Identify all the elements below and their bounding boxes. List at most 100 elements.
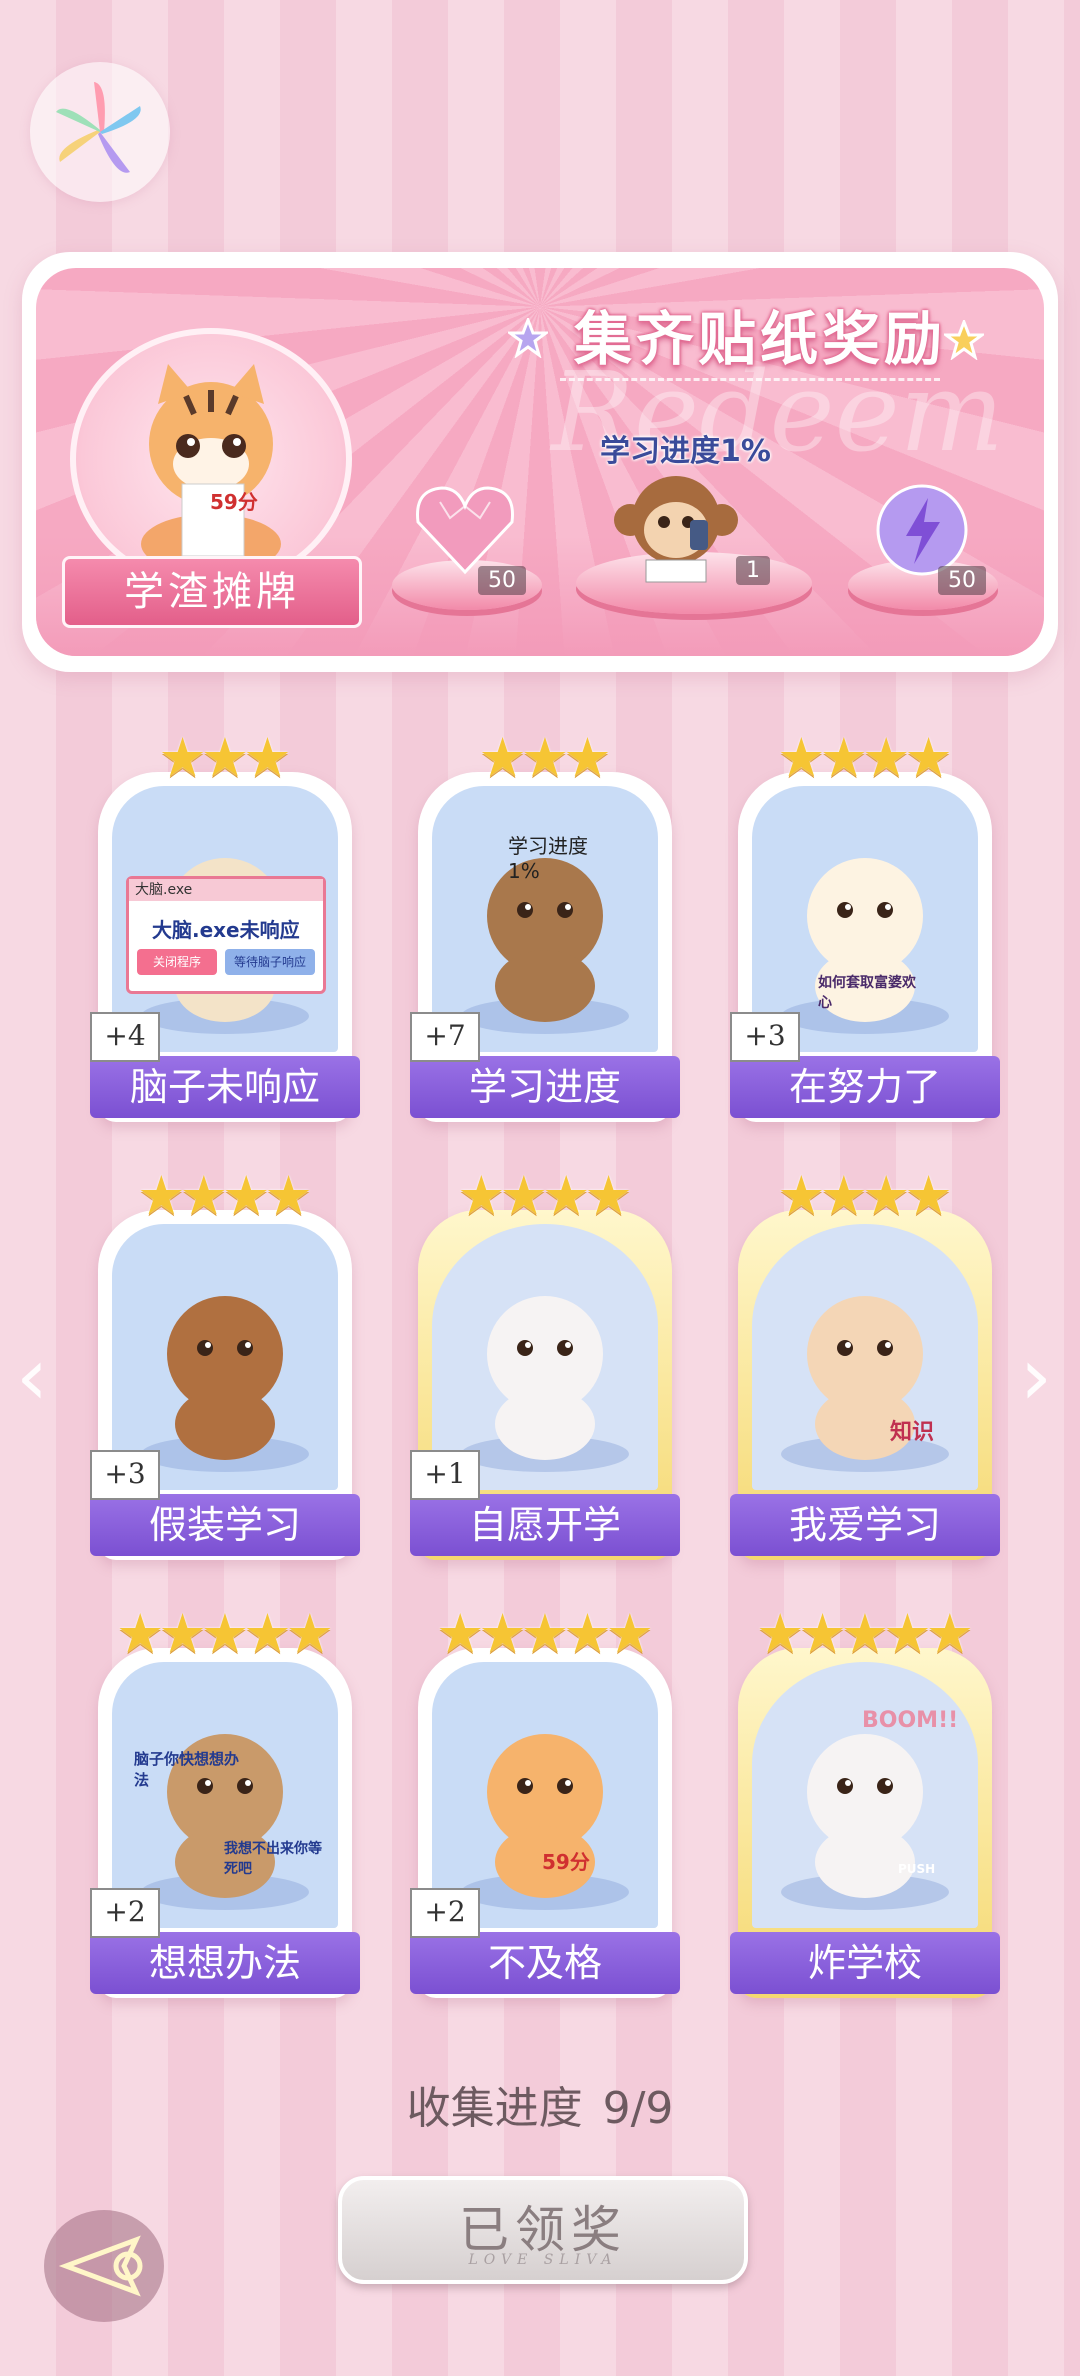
sticker-art-text: 如何套取富婆欢心: [818, 975, 916, 1011]
sticker-card-label: 在努力了: [730, 1056, 1000, 1118]
star-icon: ★: [520, 726, 570, 789]
sticker-art-text: PUSH: [898, 1862, 936, 1876]
sticker-card-label: 学习进度: [410, 1056, 680, 1118]
sticker-card-label: 脑子未响应: [90, 1056, 360, 1118]
pink-heart-gem-icon: [416, 486, 514, 575]
sticker-art-text: 知识: [890, 1420, 935, 1445]
sticker-card[interactable]: ★★★★ 自愿开学 +1: [410, 1166, 680, 1560]
star-icon: ★: [200, 1602, 250, 1665]
collection-progress: 收集进度 9/9: [0, 2072, 1080, 2136]
sticker-card-label: 炸学校: [730, 1932, 1000, 1994]
app-logo[interactable]: [30, 62, 170, 202]
star-icon: ★: [777, 726, 826, 789]
reward-count: 50: [938, 566, 986, 595]
sticker-card[interactable]: ★★★ 学习进度1% 学习进度 +7: [410, 728, 680, 1122]
star-icon: ★: [819, 1164, 868, 1227]
sticker-card[interactable]: ★★★ 大脑.exe未响应 大脑.exe 关闭程序 等待脑子响应 脑子未响应 +4: [90, 728, 360, 1122]
star-icon: ★: [115, 1602, 165, 1665]
star-icon: ★: [584, 1164, 633, 1227]
sticker-card[interactable]: ★★★★★ BOOM!! PUSH 炸学校: [730, 1604, 1000, 1998]
star-icon: ★: [478, 726, 527, 789]
featured-sticker-frame[interactable]: [70, 328, 352, 590]
sticker-art-text: 学习进度1%: [508, 834, 588, 883]
star-icon: ★: [158, 1602, 207, 1665]
duplicate-count-badge: +2: [410, 1888, 480, 1938]
star-icon: ★: [904, 726, 953, 789]
sticker-card[interactable]: ★★★★ 如何套取富婆欢心 在努力了 +3: [730, 728, 1000, 1122]
sticker-card-label: 不及格: [410, 1932, 680, 1994]
star-icon: ★: [777, 1164, 826, 1227]
star-icon: ★: [285, 1602, 335, 1665]
duplicate-count-badge: +3: [90, 1450, 160, 1500]
purple-lightning-orb-icon: [876, 484, 968, 576]
star-icon: ★: [179, 1164, 228, 1227]
sticker-card-label: 假装学习: [90, 1494, 360, 1556]
claimed-reward-button[interactable]: 已领奖 LOVE SLIVA: [338, 2176, 748, 2284]
sticker-art-text: BOOM!!: [862, 1708, 959, 1733]
star-icon: ★: [158, 726, 207, 789]
reward-title: 集齐贴纸奖励: [573, 305, 946, 373]
back-arrow-icon: [58, 2235, 143, 2297]
sticker-art-text: 59分: [542, 1850, 590, 1874]
reward-count: 1: [736, 556, 770, 585]
star-rating: ★★★: [418, 728, 672, 788]
collection-progress-label: 收集进度: [406, 2083, 583, 2134]
star-icon: ★: [925, 1602, 975, 1665]
sticker-card[interactable]: ★★★★ 知识我爱学习: [730, 1166, 1000, 1560]
sticker-art-text: 我想不出来你等死吧: [224, 1841, 322, 1877]
duplicate-count-badge: +1: [410, 1450, 480, 1500]
pinwheel-logo-icon: [56, 82, 141, 173]
star-icon: ★: [520, 1602, 570, 1665]
featured-sticker-ribbon: 学渣摊牌: [62, 556, 362, 628]
sticker-card-label: 我爱学习: [730, 1494, 1000, 1556]
star-icon: ★: [605, 1602, 655, 1665]
prev-page-arrow-icon[interactable]: ‹: [16, 1330, 48, 1423]
star-icon: ★: [862, 726, 911, 789]
bunny-detonator-icon: BOOM!! PUSH: [752, 1662, 978, 1928]
star-rating: ★★★★★: [738, 1604, 992, 1664]
star-icon: ★: [457, 1164, 506, 1227]
tiger-test-icon: [141, 364, 281, 574]
reward-count: 50: [478, 566, 526, 595]
star-decoration-icon: [944, 320, 984, 360]
star-icon: ★: [478, 1602, 527, 1665]
sticker-card[interactable]: ★★★★★ 脑子你快想想办法 我想不出来你等死吧 想想办法 +2: [90, 1604, 360, 1998]
star-icon: ★: [798, 1602, 847, 1665]
star-rating: ★★★★: [738, 1166, 992, 1226]
sticker-card-label: 自愿开学: [410, 1494, 680, 1556]
star-rating: ★★★★: [98, 1166, 352, 1226]
close-program-button: 关闭程序: [137, 949, 217, 975]
star-icon: ★: [883, 1602, 932, 1665]
star-icon: ★: [499, 1164, 548, 1227]
monkey-phone-sticker-icon: [614, 476, 738, 583]
star-icon: ★: [243, 1602, 292, 1665]
star-decoration-icon: [508, 318, 548, 358]
star-icon: ★: [137, 1164, 186, 1227]
sticker-card[interactable]: ★★★★★ 59分 不及格 +2: [410, 1604, 680, 1998]
star-icon: ★: [563, 1602, 612, 1665]
sticker-art-text: 大脑.exe未响应: [152, 918, 300, 942]
star-icon: ★: [435, 1602, 485, 1665]
wait-response-button: 等待脑子响应: [225, 949, 315, 975]
star-icon: ★: [542, 1164, 591, 1227]
back-button[interactable]: [44, 2210, 164, 2322]
next-page-arrow-icon[interactable]: ›: [1020, 1330, 1052, 1423]
star-rating: ★★★★★: [418, 1604, 672, 1664]
star-icon: ★: [243, 726, 292, 789]
star-icon: ★: [563, 726, 612, 789]
star-icon: ★: [904, 1164, 953, 1227]
star-icon: ★: [819, 726, 868, 789]
star-rating: ★★★★: [418, 1166, 672, 1226]
sticker-card[interactable]: ★★★★ 假装学习 +3: [90, 1166, 360, 1560]
star-rating: ★★★: [98, 728, 352, 788]
sticker-art-text: 脑子你快想想办法: [134, 1750, 240, 1789]
collection-progress-value: 9/9: [602, 2083, 674, 2134]
star-rating: ★★★★★: [98, 1604, 352, 1664]
claimed-reward-sublabel: LOVE SLIVA: [468, 2252, 618, 2268]
angel-cat-icon: 知识: [752, 1224, 978, 1490]
star-rating: ★★★★: [738, 728, 992, 788]
star-icon: ★: [264, 1164, 313, 1227]
star-icon: ★: [200, 726, 250, 789]
duplicate-count-badge: +2: [90, 1888, 160, 1938]
featured-score-text: 59分: [210, 490, 258, 514]
